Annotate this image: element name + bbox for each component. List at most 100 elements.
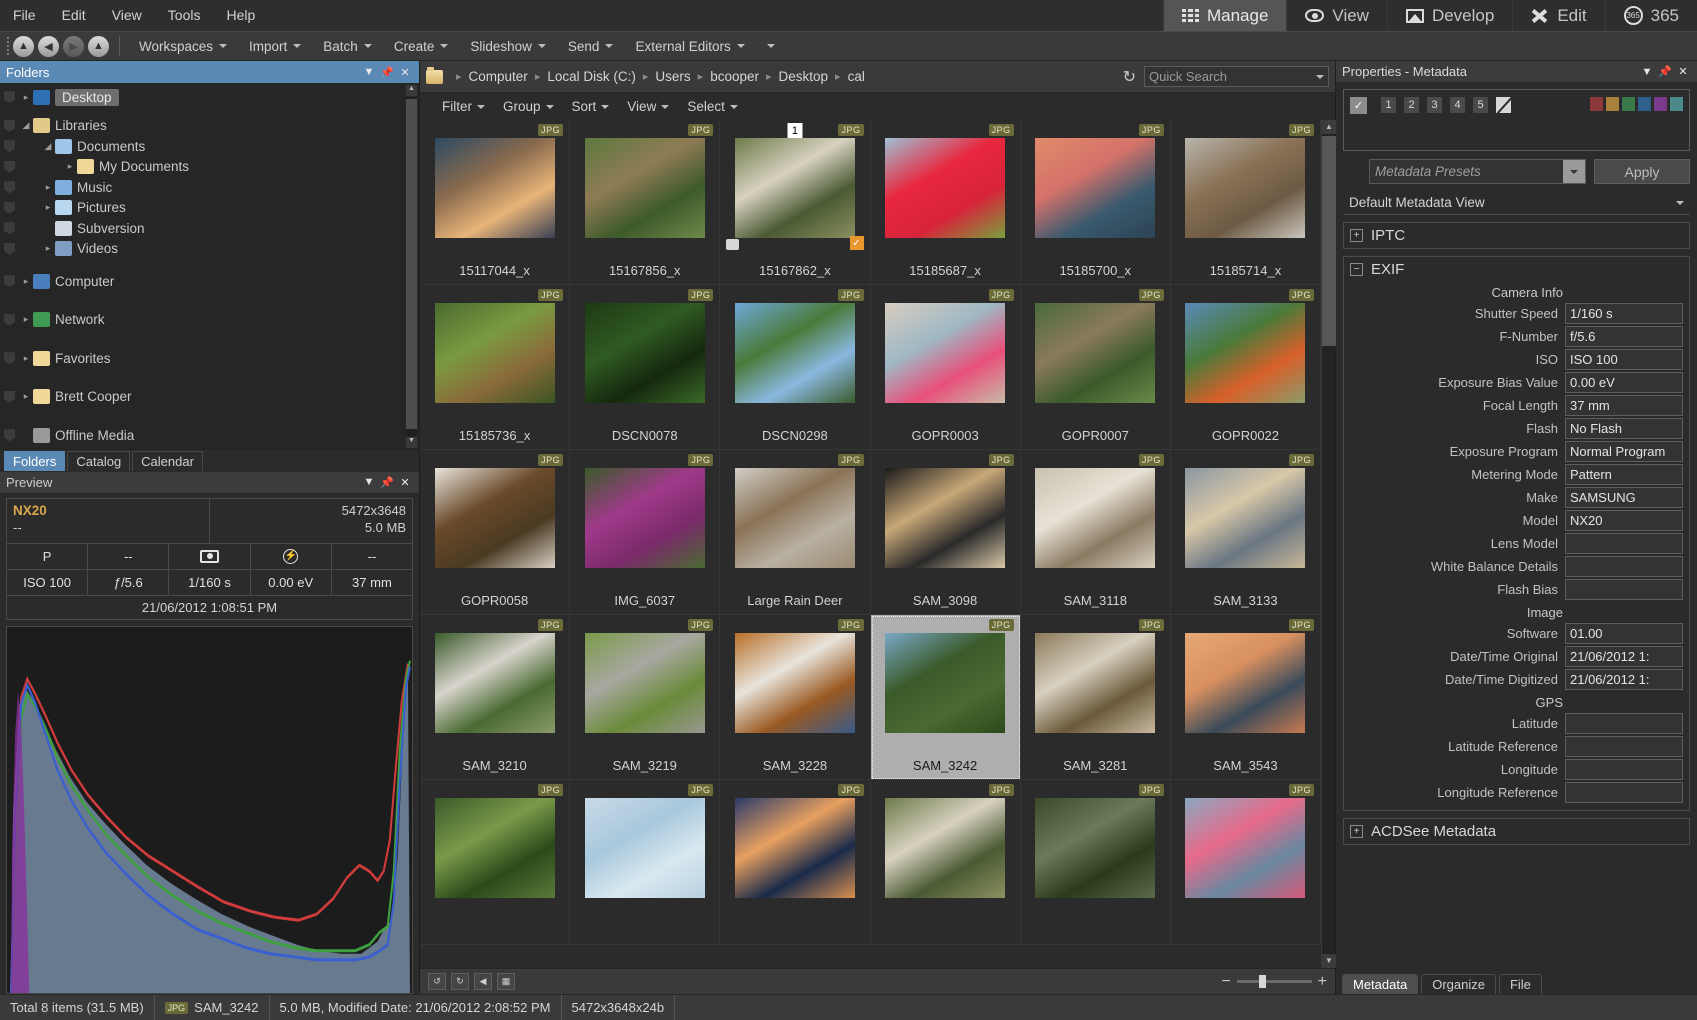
thumbnail-cell[interactable]: JPGSAM_3543 [1171, 615, 1321, 780]
up-icon[interactable]: ▲ [88, 36, 109, 57]
menu-help[interactable]: Help [213, 0, 268, 31]
tree-expander-icon[interactable]: ▸ [19, 353, 33, 364]
mode-develop[interactable]: Develop [1387, 0, 1512, 31]
tree-item-computer[interactable]: ▸Computer [0, 271, 419, 292]
scroll-down-icon[interactable]: ▼ [1322, 954, 1336, 968]
mode-365[interactable]: 365 365 [1605, 0, 1697, 31]
tree-flag-icon[interactable] [4, 91, 15, 103]
metadata-field-value[interactable]: 1/160 s [1565, 303, 1683, 324]
select-menu[interactable]: Select [679, 99, 746, 114]
tree-expander-icon[interactable]: ▸ [19, 276, 33, 287]
tree-flag-icon[interactable] [4, 120, 15, 132]
metadata-field-value[interactable] [1565, 579, 1683, 600]
filmstrip-icon[interactable]: ▦ [497, 973, 515, 990]
rating-none-icon[interactable] [1496, 97, 1511, 113]
thumbnail-grid[interactable]: JPG15117044_xJPG15167856_xJPG1✓15167862_… [420, 120, 1321, 968]
metadata-view-select[interactable]: Default Metadata View [1343, 191, 1690, 215]
tree-item-network[interactable]: ▸Network [0, 310, 419, 331]
refresh-icon[interactable]: ↻ [1123, 67, 1136, 87]
toolbar-workspaces[interactable]: Workspaces [128, 31, 238, 61]
chevron-down-icon[interactable]: ▼ [1639, 66, 1655, 78]
mode-edit[interactable]: Edit [1512, 0, 1604, 31]
thumbnail-cell[interactable]: JPG [570, 780, 720, 945]
grid-scrollbar[interactable]: ▲ ▼ [1321, 120, 1335, 968]
toolbar-slideshow[interactable]: Slideshow [459, 31, 557, 61]
tree-item-subversion[interactable]: Subversion [0, 218, 419, 239]
breadcrumb-bcooper[interactable]: bcooper [708, 69, 761, 84]
mode-manage[interactable]: Manage [1163, 0, 1286, 31]
toolbar-external-editors[interactable]: External Editors [624, 31, 755, 61]
thumbnail-cell[interactable]: JPG [720, 780, 870, 945]
thumbnail-cell[interactable]: JPGSAM_3118 [1021, 450, 1171, 615]
collapse-icon[interactable]: − [1350, 263, 1363, 276]
expand-icon[interactable]: + [1350, 825, 1363, 838]
zoom-in-icon[interactable]: + [1318, 973, 1327, 991]
tab-metadata[interactable]: Metadata [1342, 974, 1418, 994]
thumbnail-cell[interactable]: JPGGOPR0058 [420, 450, 570, 615]
folder-tree[interactable]: ▸Desktop◢Libraries◢Documents▸My Document… [0, 83, 419, 450]
thumbnail-cell[interactable]: JPG [1021, 780, 1171, 945]
tree-item-brett-cooper[interactable]: ▸Brett Cooper [0, 387, 419, 408]
rating-4[interactable]: 4 [1450, 97, 1465, 113]
tree-expander-icon[interactable]: ▸ [19, 314, 33, 325]
metadata-field-value[interactable] [1565, 736, 1683, 757]
apply-button[interactable]: Apply [1594, 159, 1690, 184]
thumbnail-cell[interactable]: JPGLarge Rain Deer [720, 450, 870, 615]
metadata-field-value[interactable]: 0.00 eV [1565, 372, 1683, 393]
menu-view[interactable]: View [99, 0, 155, 31]
metadata-field-value[interactable]: 37 mm [1565, 395, 1683, 416]
metadata-field-value[interactable]: 21/06/2012 1: [1565, 646, 1683, 667]
previous-icon[interactable]: ◀ [474, 973, 492, 990]
thumbnail-cell[interactable]: JPGSAM_3219 [570, 615, 720, 780]
tab-folders[interactable]: Folders [4, 451, 65, 471]
grid-scrollbar-thumb[interactable] [1322, 136, 1336, 346]
tree-expander-icon[interactable]: ▸ [19, 391, 33, 402]
rotate-right-icon[interactable]: ↻ [451, 973, 469, 990]
tree-expander-icon[interactable]: ▸ [19, 92, 33, 103]
metadata-field-value[interactable]: NX20 [1565, 510, 1683, 531]
tree-expander-icon[interactable]: ◢ [41, 141, 55, 152]
color-swatch[interactable] [1670, 97, 1683, 111]
tree-flag-icon[interactable] [4, 161, 15, 173]
chevron-down-icon[interactable]: ▼ [361, 66, 377, 78]
mode-view[interactable]: View [1286, 0, 1387, 31]
toolbar-import[interactable]: Import [238, 31, 312, 61]
tree-item-documents[interactable]: ◢Documents [0, 136, 419, 157]
back-icon[interactable]: ◀ [38, 36, 59, 57]
breadcrumb-local-disk[interactable]: Local Disk (C:) [545, 69, 638, 84]
thumbnail-cell[interactable]: JPGSAM_3228 [720, 615, 870, 780]
tree-item-my-documents[interactable]: ▸My Documents [0, 157, 419, 178]
acdsee-section-header[interactable]: + ACDSee Metadata [1344, 819, 1689, 844]
close-icon[interactable]: ✕ [1675, 65, 1691, 78]
expand-icon[interactable]: + [1350, 229, 1363, 242]
breadcrumb-cal[interactable]: cal [846, 69, 867, 84]
sort-menu[interactable]: Sort [564, 99, 618, 114]
thumbnail-cell[interactable]: JPGGOPR0007 [1021, 285, 1171, 450]
toolbar-batch[interactable]: Batch [312, 31, 383, 61]
thumbnail-cell[interactable]: JPG [871, 780, 1021, 945]
menu-file[interactable]: File [0, 0, 49, 31]
tree-flag-icon[interactable] [4, 275, 15, 287]
thumbnail-cell[interactable]: JPG15185687_x [871, 120, 1021, 285]
tree-item-offline-media[interactable]: Offline Media [0, 425, 419, 446]
tab-calendar[interactable]: Calendar [132, 451, 203, 471]
tree-flag-icon[interactable] [4, 140, 15, 152]
iptc-section-header[interactable]: + IPTC [1344, 223, 1689, 248]
tree-flag-icon[interactable] [4, 181, 15, 193]
acdsee-metadata-section[interactable]: + ACDSee Metadata [1343, 818, 1690, 845]
group-menu[interactable]: Group [495, 99, 562, 114]
tree-scroll-down-icon[interactable]: ▼ [406, 437, 417, 448]
rating-3[interactable]: 3 [1427, 97, 1442, 113]
toolbar-overflow[interactable] [756, 31, 786, 61]
thumbnail-cell[interactable]: JPGDSCN0078 [570, 285, 720, 450]
rating-1[interactable]: 1 [1381, 97, 1396, 113]
breadcrumb-computer[interactable]: Computer [467, 69, 530, 84]
thumbnail-cell[interactable]: JPG15185714_x [1171, 120, 1321, 285]
close-icon[interactable]: ✕ [397, 476, 413, 489]
thumbnail-cell[interactable]: JPGSAM_3098 [871, 450, 1021, 615]
menu-edit[interactable]: Edit [49, 0, 99, 31]
tree-flag-icon[interactable] [4, 202, 15, 214]
chevron-down-icon[interactable] [1563, 160, 1585, 183]
home-icon[interactable]: ▲ [13, 36, 34, 57]
thumbnail-cell[interactable]: JPG1✓15167862_x [720, 120, 870, 285]
